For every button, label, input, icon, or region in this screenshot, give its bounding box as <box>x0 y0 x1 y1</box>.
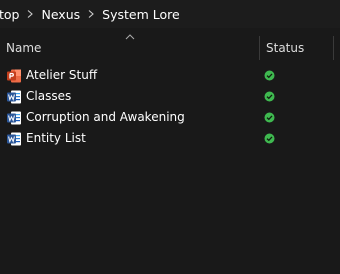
column-header-row: Name Status <box>0 34 340 60</box>
powerpoint-file-icon <box>7 69 21 83</box>
word-file-icon <box>7 111 21 125</box>
file-name: Entity List <box>26 131 86 145</box>
list-item[interactable]: Atelier Stuff <box>0 65 340 86</box>
synced-icon <box>264 91 275 102</box>
list-item[interactable]: Classes <box>0 86 340 107</box>
breadcrumb-item-desktop[interactable]: top <box>0 7 21 22</box>
synced-icon <box>264 112 275 123</box>
breadcrumb-item-nexus[interactable]: Nexus <box>39 7 82 22</box>
file-name: Classes <box>26 89 72 103</box>
list-item[interactable]: Entity List <box>0 128 340 149</box>
chevron-right-icon[interactable] <box>82 0 100 28</box>
breadcrumb-item-system-lore[interactable]: System Lore <box>100 7 182 22</box>
list-item[interactable]: Corruption and Awakening <box>0 107 340 128</box>
sort-ascending-icon <box>125 34 135 40</box>
file-name: Corruption and Awakening <box>26 110 185 124</box>
column-header-name[interactable]: Name <box>6 41 41 55</box>
word-file-icon <box>7 90 21 104</box>
file-list: Atelier Stuff Classes Corruption and Awa… <box>0 65 340 149</box>
breadcrumb: top Nexus System Lore <box>0 0 340 28</box>
column-divider[interactable] <box>333 36 334 60</box>
column-divider[interactable] <box>259 36 260 60</box>
synced-icon <box>264 70 275 81</box>
chevron-right-icon[interactable] <box>21 0 39 28</box>
word-file-icon <box>7 132 21 146</box>
column-header-status[interactable]: Status <box>266 41 304 55</box>
synced-icon <box>264 133 275 144</box>
file-explorer-window: top Nexus System Lore Name Status Atelie… <box>0 0 340 274</box>
file-name: Atelier Stuff <box>26 68 98 82</box>
